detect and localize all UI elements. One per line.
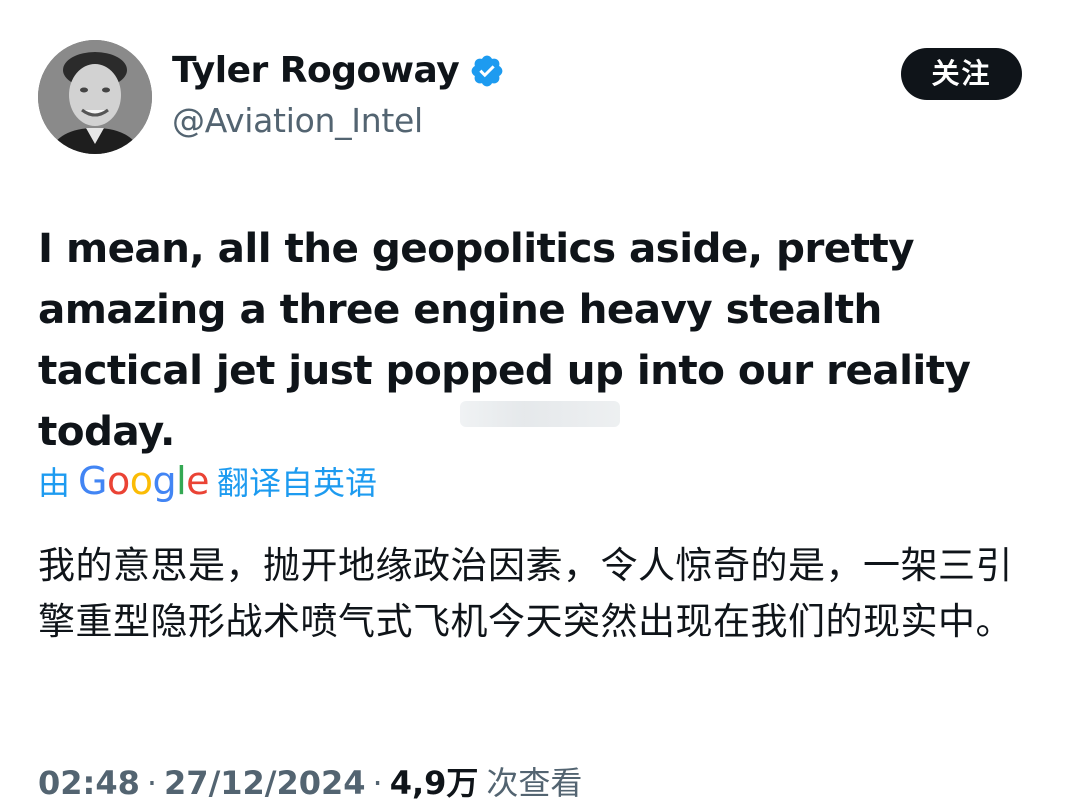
translated-tweet-text: 我的意思是，抛开地缘政治因素，令人惊奇的是，一架三引擎重型隐形战术喷气式飞机今天…	[38, 544, 1013, 643]
author-name-row: Tyler Rogoway	[172, 50, 505, 91]
google-logo: Google	[78, 459, 210, 503]
translation-attribution-link[interactable]: 由 Google 翻译自英语	[38, 458, 377, 504]
tweet-time[interactable]: 02:48	[38, 764, 140, 802]
tweet-date[interactable]: 27/12/2024	[164, 764, 366, 802]
blurred-watermark	[460, 401, 620, 427]
avatar[interactable]	[38, 40, 152, 154]
views-count[interactable]: 4,9万	[390, 758, 479, 804]
views-label: 次查看	[486, 764, 583, 802]
meta-separator: ·	[146, 764, 158, 802]
google-logo-letter: o	[106, 459, 130, 503]
verified-badge-icon[interactable]	[469, 53, 505, 89]
google-logo-letter: e	[186, 459, 210, 503]
google-logo-letter: o	[129, 459, 153, 503]
user-avatar-photo-icon	[38, 40, 152, 154]
meta-separator: ·	[372, 764, 383, 802]
google-logo-letter: g	[152, 459, 177, 503]
google-logo-letter: l	[176, 459, 187, 503]
translated-from-label: 翻译自英语	[217, 464, 378, 502]
author-handle[interactable]: @Aviation_Intel	[172, 101, 423, 140]
follow-button[interactable]: 关注	[901, 48, 1022, 100]
google-logo-letter: G	[78, 459, 107, 503]
translated-by-label: 由	[38, 464, 71, 502]
author-display-name[interactable]: Tyler Rogoway	[172, 50, 460, 91]
tweet-meta: 02:48 · 27/12/2024 · 4,9万 次查看	[38, 758, 582, 804]
